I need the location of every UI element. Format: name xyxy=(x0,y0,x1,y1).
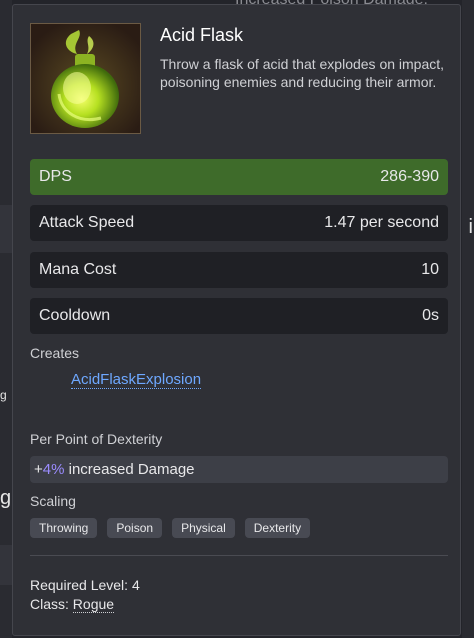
stat-row-mana-cost: Mana Cost 10 xyxy=(30,252,448,288)
stat-value: 0s xyxy=(422,307,439,324)
required-level-value: 4 xyxy=(131,577,140,593)
background-left-panel: g g xyxy=(0,0,12,638)
skill-tooltip: Acid Flask Throw a flask of acid that ex… xyxy=(12,4,461,636)
stat-value: 286-390 xyxy=(380,168,439,185)
background-glyph: g xyxy=(0,388,7,402)
background-row xyxy=(0,545,12,585)
dexterity-prefix: + xyxy=(34,461,43,478)
class-requirement: Class: Rogue xyxy=(30,596,115,613)
scaling-tags: Throwing Poison Physical Dexterity xyxy=(30,518,311,538)
tag-poison: Poison xyxy=(107,518,163,538)
required-level: Required Level: 4 xyxy=(30,577,140,593)
background-row xyxy=(0,205,12,253)
creates-label: Creates xyxy=(30,345,80,361)
class-label: Class: xyxy=(30,596,69,612)
skill-title: Acid Flask xyxy=(160,25,244,45)
stat-label: Cooldown xyxy=(39,307,111,324)
background-right-panel: i xyxy=(462,0,474,638)
stat-label: Attack Speed xyxy=(39,214,135,231)
tag-physical: Physical xyxy=(172,518,235,538)
acid-flask-icon xyxy=(30,23,141,134)
stat-row-dps: DPS 286-390 xyxy=(30,159,448,195)
tag-throwing: Throwing xyxy=(30,518,98,538)
scaling-label: Scaling xyxy=(30,493,76,509)
divider xyxy=(30,555,448,556)
stat-row-cooldown: Cooldown 0s xyxy=(30,298,448,334)
dexterity-label: Per Point of Dexterity xyxy=(30,431,163,447)
background-glyph: i xyxy=(468,216,473,238)
dexterity-percent: 4% xyxy=(42,461,65,478)
stat-label: DPS xyxy=(39,168,72,185)
stat-label: Mana Cost xyxy=(39,261,117,278)
class-rogue-link[interactable]: Rogue xyxy=(72,596,115,613)
skill-description: Throw a flask of acid that explodes on i… xyxy=(160,56,445,90)
dexterity-bonus: +4% increased Damage xyxy=(30,456,448,483)
tag-dexterity: Dexterity xyxy=(244,518,311,538)
required-level-label: Required Level: xyxy=(30,577,129,593)
background-glyph: g xyxy=(0,487,12,509)
stat-row-attack-speed: Attack Speed 1.47 per second xyxy=(30,205,448,241)
acid-flask-explosion-link[interactable]: AcidFlaskExplosion xyxy=(71,371,202,389)
stat-value: 1.47 per second xyxy=(324,214,439,231)
stat-value: 10 xyxy=(421,261,439,278)
dexterity-text: increased Damage xyxy=(64,461,195,478)
